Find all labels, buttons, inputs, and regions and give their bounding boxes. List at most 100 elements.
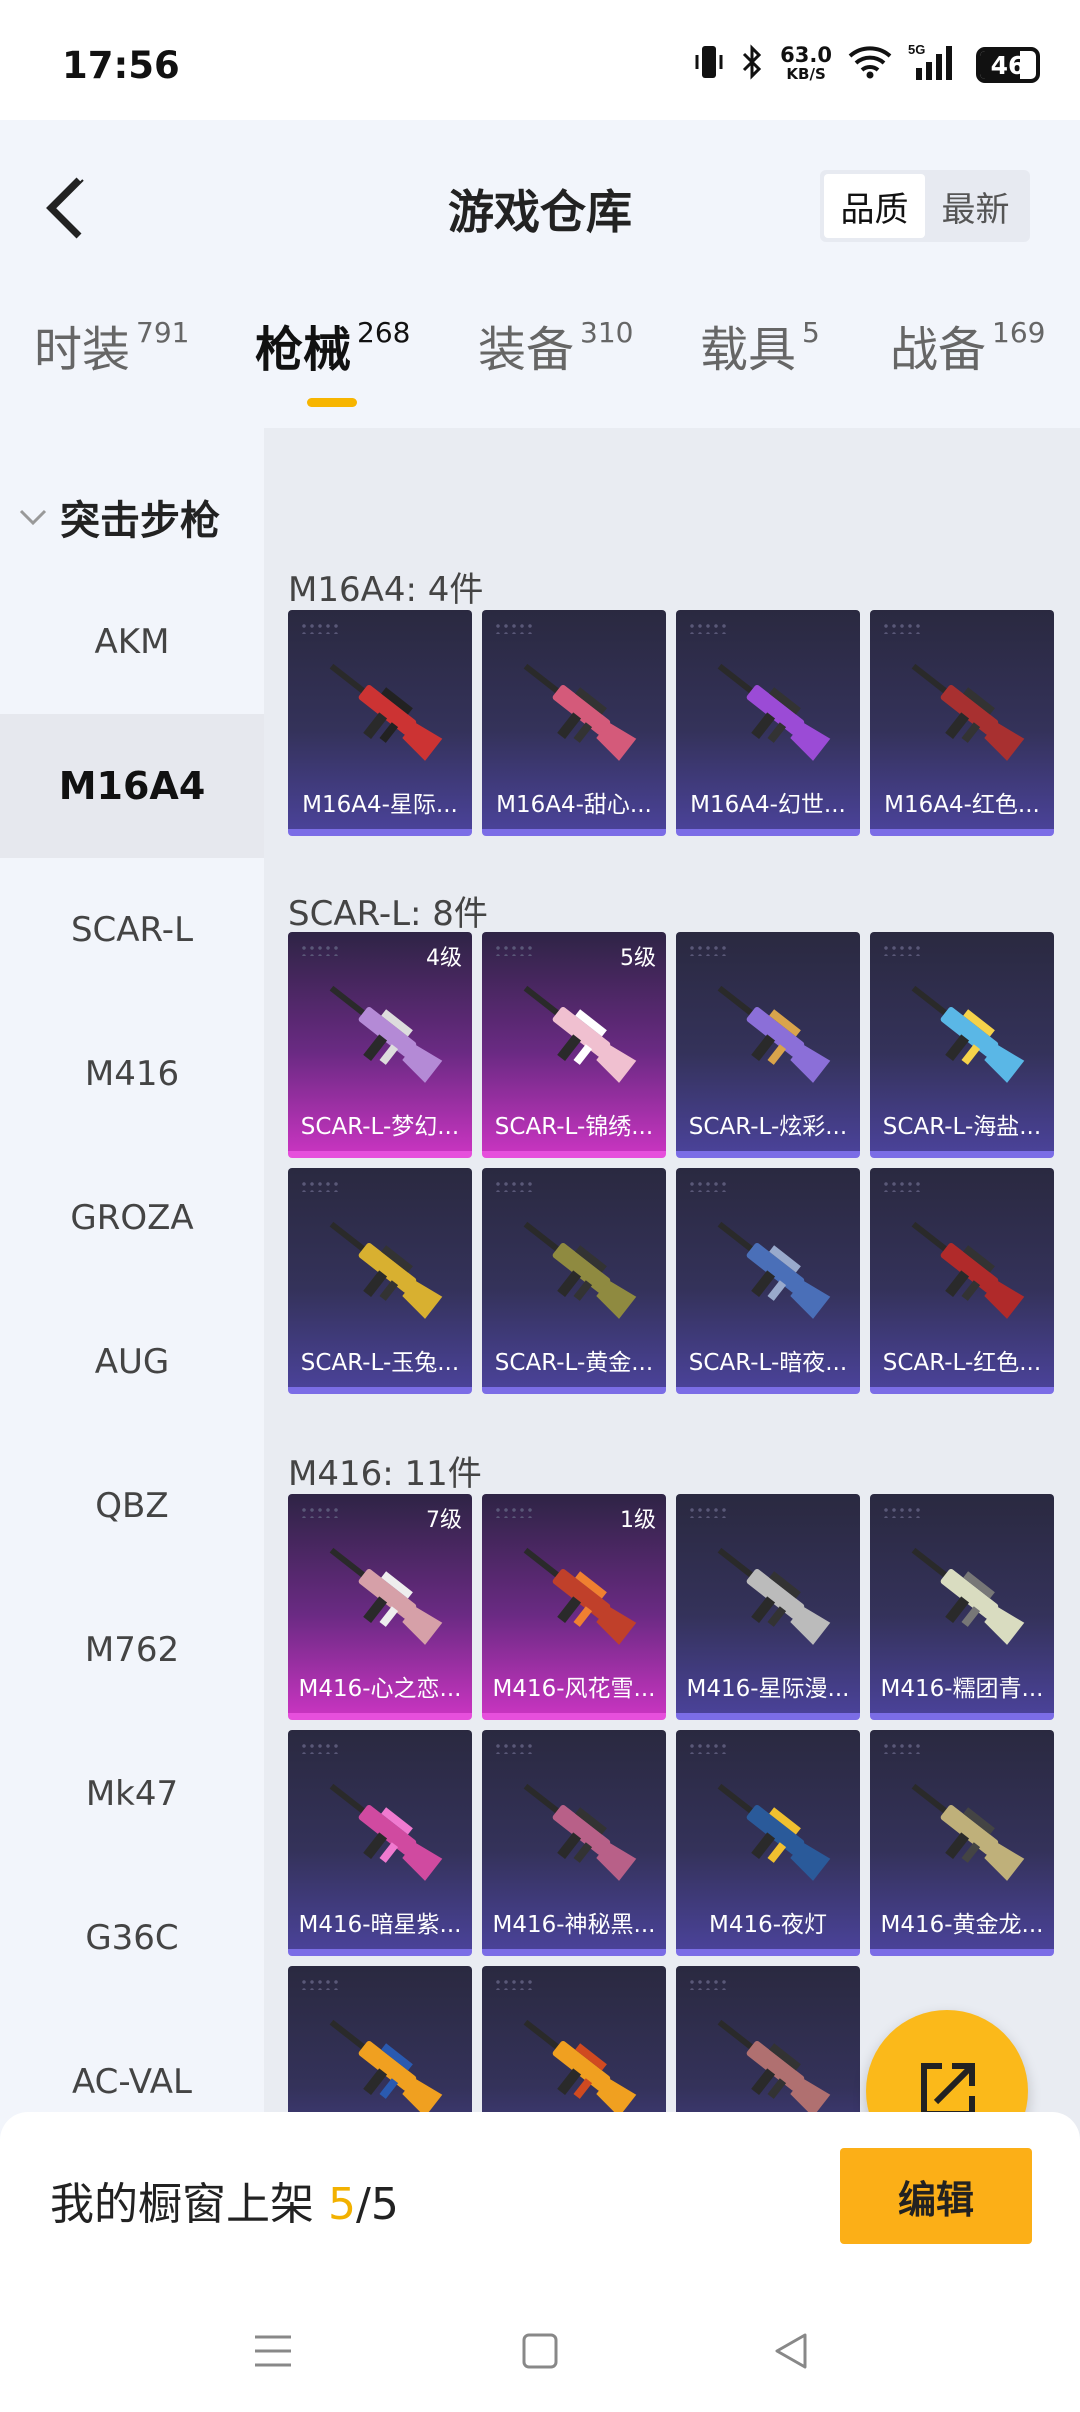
card-pattern bbox=[688, 1742, 728, 1754]
svg-text:5G: 5G bbox=[908, 42, 925, 57]
category-tabs: 时装 791 枪械 268 装备 310 载具 5 战备 169 bbox=[0, 310, 1080, 420]
card-pattern bbox=[494, 622, 534, 634]
weapon-name: M16A4-星际... bbox=[302, 792, 458, 818]
weapon-name: SCAR-L-暗夜... bbox=[688, 1350, 848, 1376]
tab-supplies[interactable]: 战备 169 bbox=[890, 310, 1045, 380]
rifle-icon bbox=[329, 1547, 443, 1645]
weapon-name: SCAR-L-黄金... bbox=[494, 1350, 654, 1376]
card-pattern bbox=[688, 622, 728, 634]
level-badge: 1级 bbox=[620, 1508, 656, 1533]
rifle-icon bbox=[911, 1547, 1025, 1645]
rifle-icon bbox=[329, 663, 443, 761]
sidebar-item-scar-l[interactable]: SCAR-L bbox=[0, 858, 264, 1002]
sidebar-item-m416[interactable]: M416 bbox=[0, 1002, 264, 1146]
sidebar-item-aug[interactable]: AUG bbox=[0, 1290, 264, 1434]
rifle-icon bbox=[717, 1783, 831, 1881]
weapon-name: SCAR-L-梦幻... bbox=[300, 1114, 460, 1140]
card-pattern bbox=[688, 944, 728, 956]
level-badge: 7级 bbox=[426, 1508, 462, 1533]
weapon-card[interactable]: M416-黄金龙... bbox=[870, 1730, 1054, 1956]
tab-vehicles[interactable]: 载具 5 bbox=[700, 310, 820, 380]
card-pattern bbox=[494, 1978, 534, 1990]
weapon-card[interactable]: M16A4-星际... bbox=[288, 610, 472, 836]
rifle-icon bbox=[329, 1221, 443, 1319]
weapon-name: SCAR-L-海盐... bbox=[882, 1114, 1042, 1140]
weapon-card[interactable]: SCAR-L-炫彩... bbox=[676, 932, 860, 1158]
weapon-name: M416-风花雪... bbox=[492, 1676, 656, 1702]
rifle-icon bbox=[911, 663, 1025, 761]
weapon-card[interactable]: M16A4-幻世... bbox=[676, 610, 860, 836]
sidebar-item-qbz[interactable]: QBZ bbox=[0, 1434, 264, 1578]
card-pattern bbox=[688, 1180, 728, 1192]
rifle-icon bbox=[717, 663, 831, 761]
weapon-card[interactable]: M416-暗星紫... bbox=[288, 1730, 472, 1956]
card-pattern bbox=[300, 1506, 340, 1518]
card-pattern bbox=[300, 944, 340, 956]
weapon-card[interactable]: M16A4-红色... bbox=[870, 610, 1054, 836]
rifle-icon bbox=[717, 1547, 831, 1645]
battery-indicator: 46 bbox=[976, 47, 1040, 83]
card-pattern bbox=[494, 1506, 534, 1518]
weapon-card[interactable]: M416-星际漫... bbox=[676, 1494, 860, 1720]
weapon-card[interactable]: SCAR-L-暗夜... bbox=[676, 1168, 860, 1394]
weapon-card[interactable]: 1级 M416-风花雪... bbox=[482, 1494, 666, 1720]
weapon-card[interactable]: 5级 SCAR-L-锦绣... bbox=[482, 932, 666, 1158]
weapon-name: M416-夜灯 bbox=[708, 1912, 828, 1938]
weapon-card[interactable]: 4级 SCAR-L-梦幻... bbox=[288, 932, 472, 1158]
top-bar: 游戏仓库 品质 最新 bbox=[0, 120, 1080, 290]
weapon-card[interactable]: M416-糯团青... bbox=[870, 1494, 1054, 1720]
weapon-card[interactable]: SCAR-L-红色... bbox=[870, 1168, 1054, 1394]
active-tab-indicator bbox=[307, 398, 357, 407]
weapon-name: M416-心之恋... bbox=[298, 1676, 462, 1702]
weapon-grid: M16A4: 4件 SCAR-L: 8件 M416: 11件 M16A4-星际.… bbox=[264, 428, 1080, 2240]
net-speed: 63.0 KB/S bbox=[780, 43, 832, 84]
sidebar-item-g36c[interactable]: G36C bbox=[0, 1866, 264, 2010]
section-title-m16a4: M16A4: 4件 bbox=[288, 570, 484, 610]
card-pattern bbox=[494, 944, 534, 956]
weapon-name: SCAR-L-玉兔... bbox=[300, 1350, 460, 1376]
weapon-card[interactable]: 7级 M416-心之恋... bbox=[288, 1494, 472, 1720]
rifle-icon bbox=[717, 985, 831, 1083]
home-nav-button[interactable] bbox=[513, 2324, 567, 2378]
weapon-name: M16A4-幻世... bbox=[690, 792, 846, 818]
rifle-icon bbox=[523, 663, 637, 761]
section-title-m416: M416: 11件 bbox=[288, 1454, 482, 1494]
sidebar-item-groza[interactable]: GROZA bbox=[0, 1146, 264, 1290]
card-pattern bbox=[882, 944, 922, 956]
tab-weapons[interactable]: 枪械 268 bbox=[255, 310, 410, 380]
sidebar-item-mk47[interactable]: Mk47 bbox=[0, 1722, 264, 1866]
signal-icon: 5G bbox=[908, 42, 960, 88]
card-pattern bbox=[882, 1742, 922, 1754]
weapon-card[interactable]: M416-夜灯 bbox=[676, 1730, 860, 1956]
weapon-name: M416-神秘黑... bbox=[492, 1912, 656, 1938]
menu-nav-button[interactable] bbox=[246, 2324, 300, 2378]
sidebar-item-m16a4[interactable]: M16A4 bbox=[0, 714, 264, 858]
weapon-name: M416-黄金龙... bbox=[880, 1912, 1044, 1938]
tab-equipment[interactable]: 装备 310 bbox=[478, 310, 633, 380]
sort-newest[interactable]: 最新 bbox=[925, 174, 1026, 238]
card-pattern bbox=[882, 1180, 922, 1192]
vibrate-icon bbox=[694, 43, 724, 87]
sidebar-group-header[interactable]: 突击步枪 bbox=[18, 488, 220, 546]
weapon-card[interactable]: SCAR-L-玉兔... bbox=[288, 1168, 472, 1394]
sort-quality[interactable]: 品质 bbox=[824, 174, 925, 238]
weapon-card[interactable]: M16A4-甜心... bbox=[482, 610, 666, 836]
weapon-name: M16A4-红色... bbox=[884, 792, 1040, 818]
weapon-card[interactable]: SCAR-L-黄金... bbox=[482, 1168, 666, 1394]
system-nav-bar bbox=[0, 2292, 1080, 2412]
weapon-card[interactable]: M416-神秘黑... bbox=[482, 1730, 666, 1956]
triangle-back-icon bbox=[775, 2333, 807, 2369]
sidebar-item-akm[interactable]: AKM bbox=[0, 570, 264, 714]
rifle-icon bbox=[329, 1783, 443, 1881]
back-nav-button[interactable] bbox=[764, 2324, 818, 2378]
card-pattern bbox=[300, 1742, 340, 1754]
card-pattern bbox=[300, 1978, 340, 1990]
weapon-card[interactable]: SCAR-L-海盐... bbox=[870, 932, 1054, 1158]
edit-button[interactable]: 编辑 bbox=[840, 2148, 1032, 2244]
rifle-icon bbox=[523, 985, 637, 1083]
tab-fashion[interactable]: 时装 791 bbox=[34, 310, 189, 380]
warehouse-screen: 游戏仓库 品质 最新 时装 791 枪械 268 装备 310 载具 5 战备 169 突… bbox=[0, 120, 1080, 2240]
sidebar-item-m762[interactable]: M762 bbox=[0, 1578, 264, 1722]
rifle-icon bbox=[911, 985, 1025, 1083]
bluetooth-icon bbox=[740, 44, 764, 86]
